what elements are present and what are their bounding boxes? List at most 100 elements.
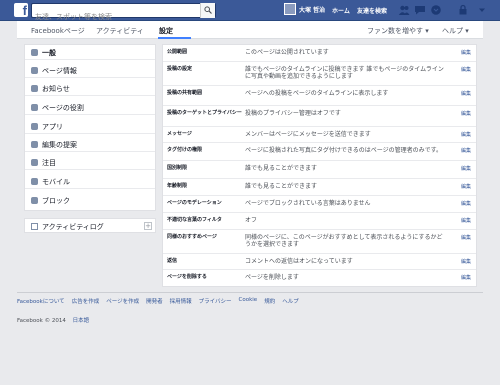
sidebar-item-label: モバイル [42, 178, 70, 186]
footer-link-careers[interactable]: 採用情報 [170, 297, 192, 305]
footer-link-create-page[interactable]: ページを作成 [106, 297, 139, 305]
edit-link[interactable]: 編集 [461, 90, 471, 97]
gear-icon [31, 49, 38, 56]
setting-label: 不適切な言葉のフィルタ [167, 217, 222, 223]
star-icon [31, 159, 38, 166]
facebook-logo[interactable]: f [14, 3, 28, 17]
settings-row-replies: 返信 コメントへの返信はオンになっています 編集 [163, 254, 476, 270]
sidebar-item-label: 注目 [42, 159, 56, 167]
footer-link-developers[interactable]: 開発者 [146, 297, 163, 305]
profile-link[interactable]: 大塚 哲治 [284, 3, 325, 15]
edit-link[interactable]: 編集 [461, 147, 471, 154]
tab-activity[interactable]: アクティビティ [96, 26, 144, 36]
activity-log-icon [31, 223, 38, 230]
search-button[interactable] [200, 3, 215, 18]
find-friends-link[interactable]: 友達を検索 [357, 6, 387, 15]
help-menu[interactable]: ヘルプ ▾ [442, 26, 469, 36]
settings-row-age-restrictions: 年齢制限 誰でも見ることができます 編集 [163, 179, 476, 196]
pencil-icon [31, 141, 38, 148]
sidebar-item-label: ページ情報 [42, 67, 77, 75]
apps-icon [31, 123, 38, 130]
footer-link-create-ad[interactable]: 広告を作成 [72, 297, 100, 305]
settings-row-posting: 投稿の設定 誰でもページのタイムラインに投稿できます 誰でもページのタイムライン… [163, 62, 476, 86]
mobile-icon [31, 178, 38, 185]
settings-sidebar: 一般 ページ情報 お知らせ ページの役割 アプリ 編集の提案 注目 モバイル ブ… [24, 44, 156, 211]
footer-link-help[interactable]: ヘルプ [282, 297, 299, 305]
edit-link[interactable]: 編集 [461, 217, 471, 224]
sidebar-item-suggested-edits[interactable]: 編集の提案 [25, 137, 155, 152]
sidebar-item-general[interactable]: 一般 [25, 45, 155, 60]
setting-label: ページのモデレーション [167, 200, 222, 206]
edit-link[interactable]: 編集 [461, 49, 471, 56]
setting-label: 年齢制限 [167, 183, 188, 189]
top-navigation-bar: f 大塚 哲治 ホーム 友達を検索 [0, 0, 500, 24]
settings-row-country-restrictions: 国別制限 誰でも見ることができます 編集 [163, 161, 476, 179]
block-icon [31, 197, 38, 204]
footer-link-terms[interactable]: 規約 [264, 297, 275, 305]
sidebar-item-label: アプリ [42, 123, 63, 131]
setting-value: このページは公開されています [245, 49, 329, 56]
edit-link[interactable]: 編集 [461, 200, 471, 207]
setting-label: 同様のおすすめページ [167, 234, 217, 240]
info-icon [31, 67, 38, 74]
sidebar-item-page-roles[interactable]: ページの役割 [25, 100, 155, 115]
setting-value: 誰でもページのタイムラインに投稿できます 誰でもページのタイムラインに写真や動画… [245, 66, 444, 80]
home-link[interactable]: ホーム [332, 6, 350, 15]
settings-row-messages: メッセージ メンバーはページにメッセージを送信できます 編集 [163, 127, 476, 143]
edit-link[interactable]: 編集 [461, 131, 471, 138]
sidebar-item-featured[interactable]: 注目 [25, 155, 155, 170]
activity-log-label: アクティビティログ [42, 223, 104, 231]
language-link[interactable]: 日本語 [73, 318, 90, 324]
setting-value: 誰でも見ることができます [245, 165, 318, 172]
sidebar-item-label: 一般 [42, 49, 56, 57]
footer-link-about[interactable]: Facebookについて [17, 297, 65, 305]
setting-label: メッセージ [167, 131, 192, 137]
settings-arrow-icon[interactable] [476, 4, 488, 16]
edit-link[interactable]: 編集 [461, 165, 471, 172]
setting-label: 公開範囲 [167, 49, 188, 55]
setting-label: 投稿の共有範囲 [167, 90, 203, 96]
tab-settings[interactable]: 設定 [159, 26, 173, 36]
avatar [284, 3, 296, 15]
setting-label: ページを削除する [167, 274, 207, 280]
setting-value: ページでブロックされている言葉はありません [245, 200, 371, 207]
edit-link[interactable]: 編集 [461, 274, 471, 281]
setting-value: 誰でも見ることができます [245, 183, 318, 190]
edit-link[interactable]: 編集 [461, 183, 471, 190]
sidebar-item-mobile[interactable]: モバイル [25, 174, 155, 189]
lock-icon[interactable] [457, 4, 469, 16]
setting-value: ページを削除します [245, 274, 299, 281]
setting-label: 返信 [167, 258, 178, 264]
sidebar-item-block[interactable]: ブロック [25, 193, 155, 208]
edit-link[interactable]: 編集 [461, 234, 471, 241]
expand-icon[interactable]: + [144, 222, 152, 230]
page-header-bar: Facebookページ アクティビティ 設定 ファン数を増やす ▾ ヘルプ ▾ [17, 21, 483, 39]
search-box[interactable] [31, 3, 216, 24]
activity-log-link[interactable]: アクティビティログ + [24, 218, 156, 233]
setting-value: ページに投稿された写真にタグ付けできるのはページの管理者のみです。 [245, 147, 443, 154]
setting-label: 国別制限 [167, 165, 188, 171]
edit-link[interactable]: 編集 [461, 110, 471, 117]
active-tab-indicator [158, 37, 191, 39]
setting-value: 投稿のプライバシー管理はオフです [245, 110, 341, 117]
edit-link[interactable]: 編集 [461, 66, 471, 73]
friend-requests-icon[interactable] [398, 4, 410, 16]
footer-link-cookies[interactable]: Cookie [239, 297, 258, 305]
tab-page[interactable]: Facebookページ [31, 26, 85, 36]
settings-row-post-sharing: 投稿の共有範囲 ページへの投稿をページのタイムラインに表示します 編集 [163, 86, 476, 106]
messages-icon[interactable] [414, 4, 426, 16]
sidebar-item-page-info[interactable]: ページ情報 [25, 63, 155, 78]
notifications-icon[interactable] [430, 4, 442, 16]
sidebar-item-notifications[interactable]: お知らせ [25, 81, 155, 96]
settings-panel: 公開範囲 このページは公開されています 編集 投稿の設定 誰でもページのタイムラ… [162, 44, 477, 287]
edit-link[interactable]: 編集 [461, 258, 471, 265]
grow-fans-menu[interactable]: ファン数を増やす ▾ [367, 26, 429, 36]
footer-link-privacy[interactable]: プライバシー [199, 297, 232, 305]
sidebar-item-apps[interactable]: アプリ [25, 119, 155, 134]
setting-label: 投稿のターゲットとプライバシー [167, 110, 242, 116]
person-icon [31, 104, 38, 111]
sidebar-item-label: ページの役割 [42, 104, 84, 112]
setting-value: コメントへの返信はオンになっています [245, 258, 353, 265]
setting-value: ページへの投稿をページのタイムラインに表示します [245, 90, 389, 97]
globe-icon [31, 85, 38, 92]
